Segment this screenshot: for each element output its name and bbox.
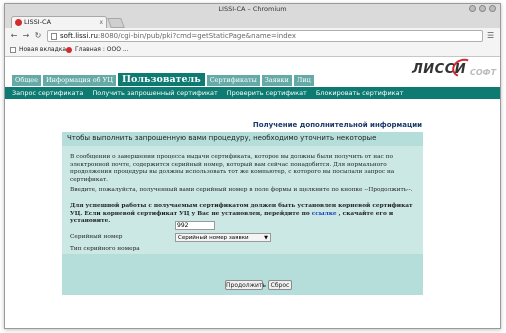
lissi-logo: ЛИССИ СОФТ bbox=[412, 57, 498, 85]
logo-subtext: СОФТ bbox=[470, 68, 497, 77]
back-icon[interactable]: ← bbox=[9, 31, 19, 41]
tab-general[interactable]: Общее bbox=[12, 75, 41, 86]
url-path: :8080/cgi-bin/pub/pki?cmd=getStaticPage&… bbox=[97, 32, 296, 40]
tab-requests[interactable]: Заявки bbox=[261, 75, 292, 86]
toolbar: ← → ↻ soft.lissi.ru:8080/cgi-bin/pub/pki… bbox=[5, 28, 500, 44]
serial-type-value: Серийный номер заявки bbox=[178, 235, 249, 241]
info-panel: Чтобы выполнить запрошенную вами процеду… bbox=[62, 132, 423, 295]
page-title: Получение дополнительной информации bbox=[252, 121, 422, 129]
window-title: LISSI-CA – Chromium bbox=[218, 5, 287, 13]
paragraph-root-cert: Для успешной работы с получаемым сертифи… bbox=[70, 203, 417, 226]
tab-title: LISSI-CA bbox=[24, 18, 52, 26]
bookmark-new-tab[interactable]: Новая вкладка bbox=[9, 44, 66, 56]
favicon-icon bbox=[66, 47, 72, 53]
bookmarks-bar: Новая вкладка Главная : ООО ... bbox=[5, 44, 500, 57]
window-controls bbox=[469, 5, 496, 12]
new-tab-button[interactable] bbox=[107, 18, 125, 28]
serial-type-select[interactable]: Серийный номер заявки ▼ bbox=[175, 233, 271, 242]
url-host: soft.lissi.ru bbox=[60, 32, 98, 40]
serial-label: Серийный номер bbox=[70, 234, 123, 240]
close-window-button[interactable] bbox=[489, 5, 496, 12]
continue-button[interactable]: Продолжить bbox=[225, 280, 266, 290]
type-label: Тип серийного номера bbox=[70, 246, 140, 252]
tab-lic[interactable]: Лиц bbox=[293, 75, 314, 86]
tab-certificates[interactable]: Сертификаты bbox=[206, 75, 260, 86]
site-tabs: Общее Информация об УЦ Пользователь Серт… bbox=[12, 73, 314, 86]
subnav-revoke-certificate[interactable]: Блокировать сертификат bbox=[316, 87, 404, 99]
title-bar: LISSI-CA – Chromium bbox=[5, 4, 500, 14]
reset-button[interactable]: Сброс bbox=[268, 280, 292, 290]
bookmark-label: Новая вкладка bbox=[19, 46, 67, 53]
paragraph-instructions: Введите, пожалуйста, полученный вами сер… bbox=[70, 187, 413, 193]
root-cert-link[interactable]: ссылке bbox=[312, 211, 337, 217]
menu-icon[interactable]: ☰ bbox=[487, 31, 496, 41]
bookmark-label: Главная : ООО ... bbox=[75, 46, 129, 53]
subnav-request-certificate[interactable]: Запрос сертификата bbox=[12, 87, 83, 99]
tab-close-icon[interactable]: x bbox=[99, 17, 103, 28]
favicon-icon bbox=[15, 19, 22, 26]
maximize-button[interactable] bbox=[479, 5, 486, 12]
paragraph-serial-info: В сообщении о завершении процесса выдачи… bbox=[70, 154, 395, 183]
address-bar[interactable]: soft.lissi.ru:8080/cgi-bin/pub/pki?cmd=g… bbox=[47, 30, 483, 42]
page-icon bbox=[10, 47, 16, 53]
bookmark-home[interactable]: Главная : ООО ... bbox=[65, 44, 129, 56]
panel-header: Чтобы выполнить запрошенную вами процеду… bbox=[62, 132, 423, 154]
logo-text: ЛИССИ bbox=[412, 62, 467, 77]
serial-number-input[interactable]: 992 bbox=[175, 221, 215, 230]
chevron-down-icon: ▼ bbox=[264, 235, 268, 241]
subnav-check-certificate[interactable]: Проверить сертификат bbox=[227, 87, 307, 99]
subnav-get-certificate[interactable]: Получить запрошенный сертификат bbox=[92, 87, 217, 99]
page-content: Общее Информация об УЦ Пользователь Серт… bbox=[5, 57, 500, 328]
minimize-button[interactable] bbox=[469, 5, 476, 12]
tab-user[interactable]: Пользователь bbox=[118, 73, 205, 86]
sub-navigation: Запрос сертификата Получить запрошенный … bbox=[5, 87, 500, 99]
forward-icon[interactable]: → bbox=[21, 31, 31, 41]
tab-ca-info[interactable]: Информация об УЦ bbox=[42, 75, 117, 86]
tab-strip: LISSI-CA x bbox=[5, 14, 500, 28]
page-icon bbox=[51, 33, 57, 40]
browser-window: LISSI-CA – Chromium LISSI-CA x ← → ↻ sof… bbox=[4, 3, 501, 329]
browser-tab[interactable]: LISSI-CA x bbox=[11, 16, 107, 28]
reload-icon[interactable]: ↻ bbox=[33, 31, 43, 41]
